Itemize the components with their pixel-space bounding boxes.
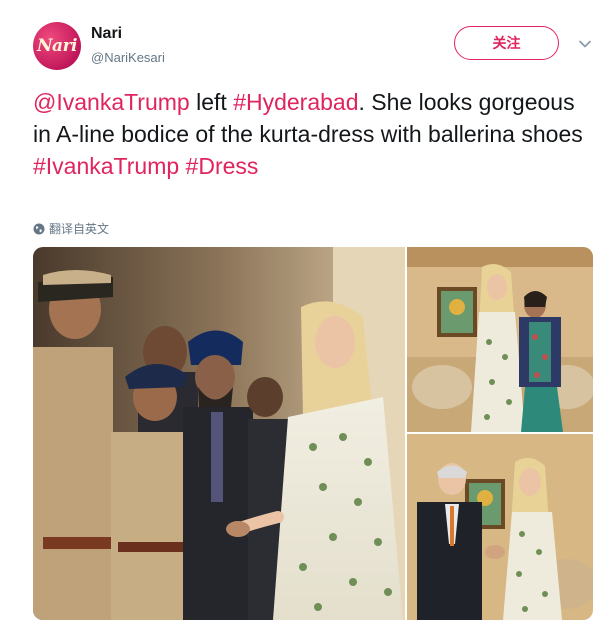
mention-link[interactable]: @IvankaTrump [33,89,190,115]
tweet-text: @IvankaTrump left #Hyderabad. She looks … [33,86,588,182]
tweet-media-grid [33,247,593,620]
follow-button[interactable]: 关注 [454,26,559,60]
hashtag-link[interactable]: #IvankaTrump [33,153,179,179]
avatar-logo-text: Nari [37,36,77,56]
user-handle[interactable]: @NariKesari [91,50,165,65]
photo-top-right[interactable] [407,247,593,432]
hashtag-link[interactable]: #Hyderabad [233,89,358,115]
translate-tweet-link[interactable]: 翻译自英文 [33,220,109,237]
globe-icon [33,223,45,234]
display-name[interactable]: Nari [91,25,122,43]
tweet-text-segment: left [189,89,234,115]
translate-label: 翻译自英文 [49,222,110,236]
hashtag-link[interactable]: #Dress [186,153,259,179]
chevron-down-icon[interactable] [577,36,593,52]
tweet-header: Nari Nari @NariKesari 关注 [33,20,593,72]
avatar[interactable]: Nari [33,22,81,70]
photo-bottom-right[interactable] [407,434,593,620]
photo-main[interactable] [33,247,405,620]
